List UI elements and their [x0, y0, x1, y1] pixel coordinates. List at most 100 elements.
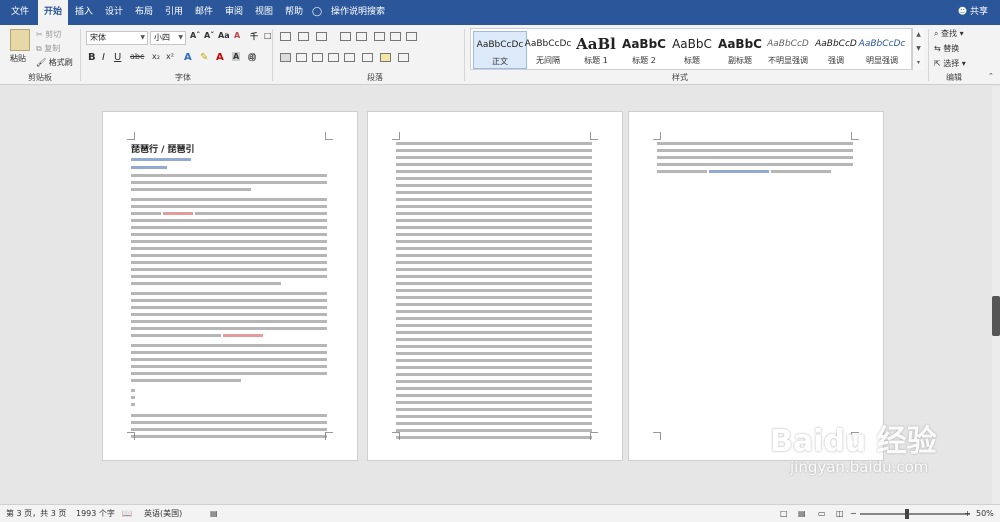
show-marks-icon[interactable]	[406, 32, 417, 41]
read-mode-icon[interactable]: ▤	[798, 505, 806, 522]
macro-icon[interactable]: ▤	[210, 505, 218, 522]
text-line	[396, 254, 592, 257]
collapse-ribbon-icon[interactable]: ⌃	[988, 72, 994, 80]
tab-mailings[interactable]: 邮件	[192, 0, 216, 25]
zoom-slider-track[interactable]	[860, 513, 970, 515]
print-layout-icon[interactable]: ▭	[818, 505, 826, 522]
numbering-icon[interactable]	[298, 32, 309, 41]
format-painter-button[interactable]: 🖌 格式刷	[36, 57, 73, 68]
tab-references[interactable]: 引用	[162, 0, 186, 25]
tab-home[interactable]: 开始	[38, 0, 68, 25]
word-count[interactable]: 1993 个字	[76, 505, 115, 522]
justify-icon[interactable]	[328, 53, 339, 62]
tab-file[interactable]: 文件	[6, 0, 34, 25]
tab-insert[interactable]: 插入	[72, 0, 96, 25]
styles-more-button[interactable]: ▲ ▼ ▾	[912, 28, 924, 70]
style-intense-emphasis[interactable]: AaBbCcDc 明显强调	[855, 31, 909, 69]
style-title[interactable]: AaBbC 标题	[665, 31, 719, 69]
align-center-icon[interactable]	[296, 53, 307, 62]
text-line	[396, 366, 592, 369]
font-color-icon[interactable]: A	[216, 52, 224, 63]
crop-mark	[392, 132, 400, 140]
text-line	[396, 289, 592, 292]
tab-help[interactable]: 帮助	[282, 0, 306, 25]
chinese-layout-icon[interactable]	[374, 32, 385, 41]
change-case-icon[interactable]: Aa	[218, 31, 230, 40]
share-button[interactable]: ☻ 共享	[958, 0, 988, 25]
focus-mode-icon[interactable]: □	[780, 505, 788, 522]
format-painter-label: 格式刷	[48, 58, 73, 67]
text-effects-icon[interactable]: A	[184, 52, 192, 63]
text-line	[657, 142, 853, 145]
line-spacing-icon[interactable]	[362, 53, 373, 62]
style-normal[interactable]: AaBbCcDc 正文	[473, 31, 527, 69]
select-button[interactable]: ⇱ 选择 ▾	[934, 58, 966, 69]
style-subtle-emphasis[interactable]: AaBbCcD 不明显强调	[761, 31, 815, 69]
page-count[interactable]: 第 3 页，共 3 页	[6, 505, 66, 522]
superscript-icon[interactable]: x²	[166, 52, 174, 61]
borders-icon[interactable]	[398, 53, 409, 62]
proofing-icon[interactable]: 📖	[122, 505, 132, 522]
page-3[interactable]	[628, 111, 884, 461]
clear-formatting-icon[interactable]: A	[234, 31, 240, 40]
bullets-icon[interactable]	[280, 32, 291, 41]
style-heading-1[interactable]: AaBl 标题 1	[569, 31, 623, 69]
page-2[interactable]	[367, 111, 623, 461]
crop-mark	[653, 432, 661, 440]
increase-indent-icon[interactable]	[356, 32, 367, 41]
replace-button[interactable]: ⇆ 替换	[934, 43, 959, 54]
tab-review[interactable]: 审阅	[222, 0, 246, 25]
tell-me-search[interactable]: ◯ 操作说明搜索	[312, 0, 385, 25]
style-subtitle[interactable]: AaBbC 副标题	[713, 31, 767, 69]
highlight-icon[interactable]: ✎	[200, 52, 208, 63]
scrollbar-thumb[interactable]	[992, 296, 1000, 336]
font-size-combo[interactable]: 小四 ▼	[150, 31, 186, 45]
style-label: 无间隔	[536, 56, 560, 65]
text-line	[396, 275, 592, 278]
font-name-combo[interactable]: 宋体 ▼	[86, 31, 148, 45]
tab-design[interactable]: 设计	[102, 0, 126, 25]
enclose-characters-icon[interactable]: ㊞	[248, 52, 256, 63]
paste-button[interactable]: 粘贴	[10, 53, 26, 64]
shrink-font-icon[interactable]: Aˇ	[204, 31, 214, 40]
text-line	[396, 177, 592, 180]
sort-icon[interactable]	[390, 32, 401, 41]
person-icon: ☻	[957, 7, 968, 17]
tab-layout[interactable]: 布局	[132, 0, 156, 25]
multilevel-list-icon[interactable]	[316, 32, 327, 41]
text-line	[396, 142, 592, 145]
language[interactable]: 英语(美国)	[144, 505, 182, 522]
italic-icon[interactable]: I	[102, 52, 105, 63]
character-border-icon[interactable]: □	[264, 31, 272, 40]
style-no-spacing[interactable]: AaBbCcDc 无间隔	[521, 31, 575, 69]
strikethrough-icon[interactable]: abc	[130, 52, 144, 61]
paste-icon[interactable]	[10, 29, 30, 51]
zoom-in-button[interactable]: +	[964, 505, 971, 522]
vertical-scrollbar[interactable]	[992, 86, 1000, 504]
shading-icon[interactable]	[380, 53, 391, 62]
select-label: 选择	[943, 59, 960, 68]
align-right-icon[interactable]	[312, 53, 323, 62]
zoom-level[interactable]: 50%	[976, 505, 994, 522]
bold-icon[interactable]: B	[88, 52, 96, 63]
page-1[interactable]: 琵琶行 / 琵琶引	[102, 111, 358, 461]
subscript-icon[interactable]: x₂	[152, 52, 160, 61]
zoom-out-button[interactable]: −	[850, 505, 857, 522]
align-left-icon[interactable]	[280, 53, 291, 62]
document-title: 琵琶行 / 琵琶引	[131, 145, 195, 155]
style-heading-2[interactable]: AaBbC 标题 2	[617, 31, 671, 69]
zoom-slider-thumb[interactable]	[905, 509, 909, 519]
find-button[interactable]: ⌕ 查找 ▾	[934, 28, 964, 39]
tab-view[interactable]: 视图	[252, 0, 276, 25]
document-area[interactable]: 琵琶行 / 琵琶引 Baidu 经验 jingyan.baidu.com	[0, 86, 1000, 504]
text-line	[131, 313, 327, 316]
web-layout-icon[interactable]: ◫	[836, 505, 844, 522]
character-shading-icon[interactable]: A	[232, 52, 241, 61]
cut-button[interactable]: ✂ 剪切	[36, 29, 61, 40]
distributed-icon[interactable]	[344, 53, 355, 62]
copy-button[interactable]: ⧉ 复制	[36, 43, 60, 54]
phonetic-guide-icon[interactable]: 千	[250, 31, 258, 42]
decrease-indent-icon[interactable]	[340, 32, 351, 41]
grow-font-icon[interactable]: Aˆ	[190, 31, 200, 40]
underline-icon[interactable]: U	[114, 52, 121, 63]
